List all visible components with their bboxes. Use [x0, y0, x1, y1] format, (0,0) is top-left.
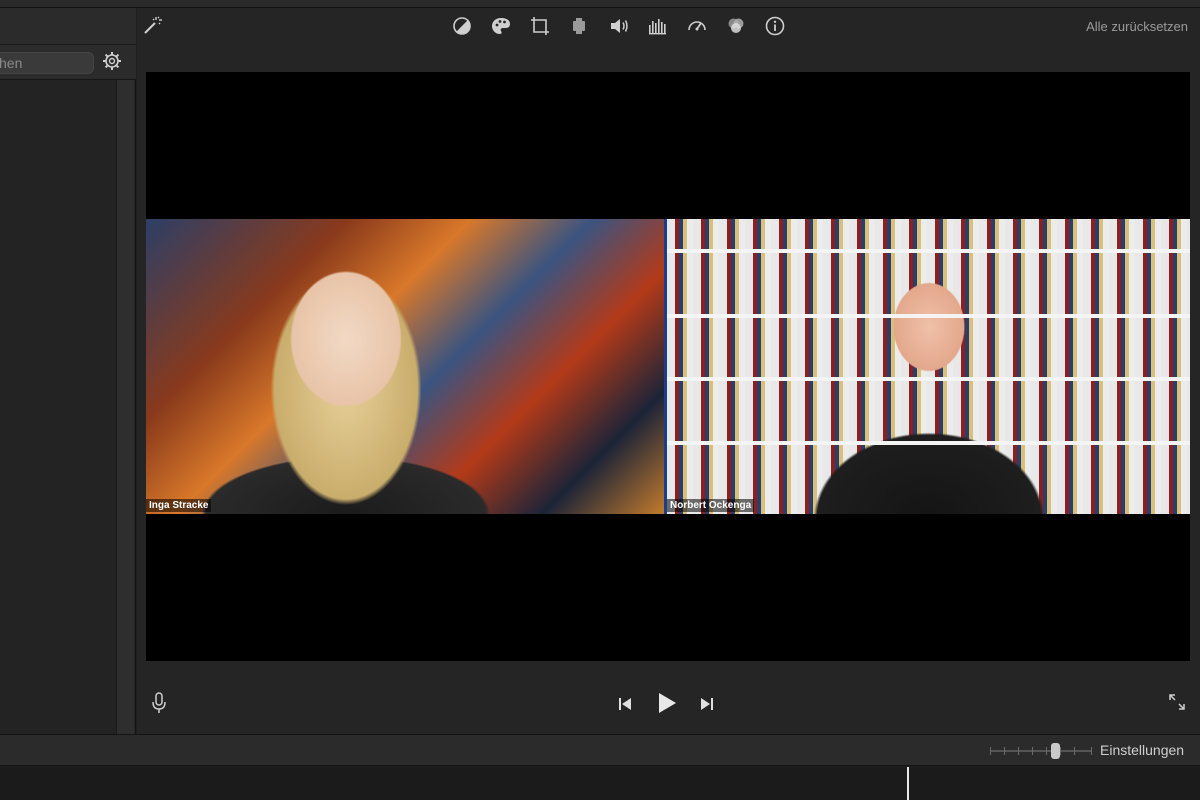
settings-button[interactable]: Einstellungen	[1100, 742, 1184, 758]
zoom-slider-track	[990, 750, 1092, 752]
zoom-tick	[1004, 747, 1005, 755]
info-button[interactable]	[763, 16, 787, 40]
play-button[interactable]	[653, 691, 681, 719]
skip-forward-button[interactable]	[697, 696, 717, 716]
video-participant-left: Inga Stracke	[146, 219, 664, 514]
play-icon	[655, 691, 679, 720]
zoom-tick	[1032, 747, 1033, 755]
speed-button[interactable]	[685, 16, 709, 40]
skip-back-icon	[617, 696, 633, 717]
fullscreen-button[interactable]	[1165, 692, 1189, 716]
fullscreen-icon	[1167, 692, 1187, 717]
stabilization-button[interactable]	[567, 16, 591, 40]
color-balance-icon	[451, 15, 473, 42]
crop-icon	[529, 15, 551, 42]
volume-button[interactable]	[607, 16, 631, 40]
timeline[interactable]	[0, 767, 1200, 800]
clip-filter-button[interactable]	[724, 16, 748, 40]
participant-name-left: Inga Stracke	[146, 499, 212, 512]
magic-wand-button[interactable]	[140, 16, 164, 40]
participant-name-right: Norbert Ockenga	[667, 499, 755, 512]
magic-wand-icon	[141, 15, 163, 42]
bookshelf-shelf	[667, 441, 1190, 445]
settings-gear-button[interactable]	[100, 51, 124, 75]
bookshelf-shelf	[667, 314, 1190, 318]
browser-panel: hen	[0, 8, 136, 734]
bookshelf-shelf	[667, 249, 1190, 253]
color-balance-button[interactable]	[450, 16, 474, 40]
title-strip	[0, 0, 1200, 8]
info-icon	[764, 15, 786, 42]
zoom-tick	[990, 747, 991, 755]
equalizer-button[interactable]	[646, 16, 670, 40]
toolbar-divider	[0, 44, 136, 45]
video-participant-right: Norbert Ockenga	[667, 219, 1190, 514]
zoom-slider[interactable]	[990, 743, 1092, 759]
zoom-tick	[1074, 747, 1075, 755]
timeline-toolbar: Einstellungen	[0, 734, 1200, 766]
browser-scrollbar[interactable]	[116, 80, 134, 734]
crop-button[interactable]	[528, 16, 552, 40]
zoom-slider-knob[interactable]	[1051, 743, 1060, 759]
speaker-icon	[608, 15, 630, 42]
zoom-tick	[1018, 747, 1019, 755]
viewer-toolbar: Alle zurücksetzen	[137, 8, 1200, 56]
browser-list	[0, 80, 116, 734]
voiceover-button[interactable]	[149, 691, 169, 720]
reset-all-button[interactable]: Alle zurücksetzen	[1086, 19, 1188, 34]
search-input[interactable]: hen	[0, 52, 94, 74]
skip-forward-icon	[699, 696, 715, 717]
zoom-tick	[1046, 747, 1047, 755]
palette-icon	[490, 15, 512, 42]
viewer-panel: Alle zurücksetzen Inga Stracke Norbert O…	[137, 8, 1200, 734]
color-correction-button[interactable]	[489, 16, 513, 40]
microphone-icon	[151, 691, 167, 720]
speedometer-icon	[686, 15, 708, 42]
imovie-window: hen Alle zurücksetzen Inga Stracke Norbe…	[0, 0, 1200, 800]
zoom-tick	[1091, 747, 1092, 755]
playhead[interactable]	[907, 767, 909, 800]
zoom-tick	[1060, 747, 1061, 755]
playback-controls	[137, 684, 1200, 724]
video-camera-icon	[568, 15, 590, 42]
overlapping-circles-icon	[725, 15, 747, 42]
bookshelf-shelf	[667, 377, 1190, 381]
video-preview: Inga Stracke Norbert Ockenga	[146, 72, 1190, 661]
gear-icon	[102, 51, 122, 76]
skip-back-button[interactable]	[615, 696, 635, 716]
browser-toolbar: hen	[0, 8, 136, 80]
equalizer-icon	[647, 15, 669, 42]
